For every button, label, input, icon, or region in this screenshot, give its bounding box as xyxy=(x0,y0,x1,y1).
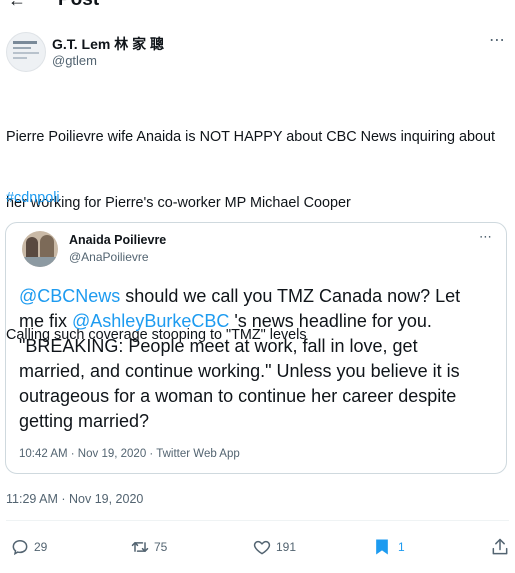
quoted-text-segment: should we call you TMZ Canada now? Let xyxy=(120,286,461,306)
author-handle[interactable]: @gtlem xyxy=(52,53,97,68)
author-name[interactable]: G.T. Lem 林 家 聰 xyxy=(52,34,164,54)
reply-button[interactable]: 29 xyxy=(10,536,47,558)
quoted-text-segment: me fix xyxy=(19,311,73,331)
retweet-icon xyxy=(131,542,149,552)
share-button[interactable] xyxy=(490,536,510,558)
more-horizontal-icon[interactable]: ⋯ xyxy=(489,30,506,50)
hashtag-link[interactable]: #cdnpoli xyxy=(6,190,60,206)
quoted-line: "BREAKING: People meet at work, fall in … xyxy=(19,336,418,356)
quoted-author-name[interactable]: Anaida Poilievre xyxy=(69,233,166,247)
tweet-line: her working for Pierre's co-worker MP Mi… xyxy=(6,195,351,211)
quoted-line: outrageous for a woman to continue her c… xyxy=(19,386,457,406)
share-icon xyxy=(492,538,508,555)
arrow-left-icon[interactable]: ← xyxy=(8,0,26,11)
quoted-tweet-meta: 10:42 AM · Nov 19, 2020 · Twitter Web Ap… xyxy=(19,448,240,460)
top-bar: ← Post xyxy=(0,0,515,12)
bookmark-button[interactable]: 1 xyxy=(372,536,405,558)
mention-link[interactable]: @AshleyBurkeCBC xyxy=(72,311,229,331)
bookmark-icon xyxy=(376,539,388,555)
quoted-line: @CBCNews should we call you TMZ Canada n… xyxy=(19,284,499,309)
retweet-count: 75 xyxy=(154,540,168,554)
quoted-tweet-card[interactable]: Anaida Poilievre @AnaPoilievre ⋯ @CBCNew… xyxy=(5,222,507,474)
tweet-line: Pierre Poilievre wife Anaida is NOT HAPP… xyxy=(6,129,495,145)
more-horizontal-icon[interactable]: ⋯ xyxy=(479,229,492,245)
heart-icon xyxy=(253,540,271,555)
like-button[interactable]: 191 xyxy=(252,536,296,558)
bookmark-count: 1 xyxy=(398,540,405,554)
quoted-author-handle[interactable]: @AnaPoilievre xyxy=(69,250,149,264)
quoted-line: getting married? xyxy=(19,411,150,431)
quoted-text-segment: 's news headline for you. xyxy=(229,311,432,331)
quoted-line: married, and continue working." Unless y… xyxy=(19,361,460,381)
quoted-tweet-text: @CBCNews should we call you TMZ Canada n… xyxy=(19,284,499,434)
divider xyxy=(6,520,509,521)
tweet-actions: 29 75 191 1 xyxy=(0,536,515,560)
tweet-author: G.T. Lem 林 家 聰 @gtlem ⋯ xyxy=(6,32,506,72)
retweet-button[interactable]: 75 xyxy=(130,536,167,558)
quoted-line: me fix @AshleyBurkeCBC 's news headline … xyxy=(19,309,499,334)
reply-count: 29 xyxy=(34,540,48,554)
tweet-timestamp[interactable]: 11:29 AM · Nov 19, 2020 xyxy=(6,492,143,506)
mention-link[interactable]: @CBCNews xyxy=(19,286,120,306)
like-count: 191 xyxy=(276,540,297,554)
reply-icon xyxy=(12,539,28,556)
avatar[interactable] xyxy=(6,32,46,72)
page-title: Post xyxy=(58,0,99,11)
avatar[interactable] xyxy=(22,231,58,267)
